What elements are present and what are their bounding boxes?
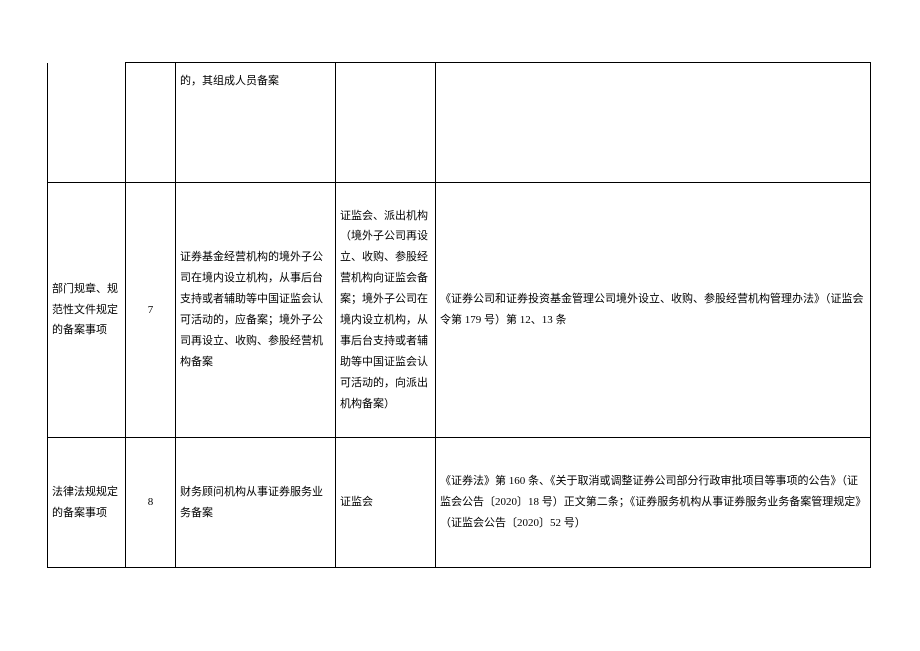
cell-number: 8	[126, 438, 176, 568]
cell-category: 法律法规规定的备案事项	[48, 438, 126, 568]
cell-item: 的，其组成人员备案	[176, 63, 336, 183]
cell-basis: 《证券法》第 160 条、《关于取消或调整证券公司部分行政审批项目等事项的公告》…	[436, 438, 871, 568]
cell-authority	[336, 63, 436, 183]
regulatory-table: 的，其组成人员备案 部门规章、规范性文件规定的备案事项 7 证券基金经营机构的境…	[47, 62, 870, 568]
table-row: 法律法规规定的备案事项 8 财务顾问机构从事证券服务业务备案 证监会 《证券法》…	[48, 438, 871, 568]
cell-item: 财务顾问机构从事证券服务业务备案	[176, 438, 336, 568]
cell-item: 证券基金经营机构的境外子公司在境内设立机构，从事后台支持或者辅助等中国证监会认可…	[176, 183, 336, 438]
table-row: 部门规章、规范性文件规定的备案事项 7 证券基金经营机构的境外子公司在境内设立机…	[48, 183, 871, 438]
cell-category: 部门规章、规范性文件规定的备案事项	[48, 183, 126, 438]
data-table: 的，其组成人员备案 部门规章、规范性文件规定的备案事项 7 证券基金经营机构的境…	[47, 62, 871, 568]
cell-number	[126, 63, 176, 183]
cell-category	[48, 63, 126, 183]
cell-authority: 证监会	[336, 438, 436, 568]
table-row: 的，其组成人员备案	[48, 63, 871, 183]
cell-number: 7	[126, 183, 176, 438]
cell-basis: 《证券公司和证券投资基金管理公司境外设立、收购、参股经营机构管理办法》（证监会令…	[436, 183, 871, 438]
cell-authority: 证监会、派出机构（境外子公司再设立、收购、参股经营机构向证监会备案；境外子公司在…	[336, 183, 436, 438]
cell-basis	[436, 63, 871, 183]
